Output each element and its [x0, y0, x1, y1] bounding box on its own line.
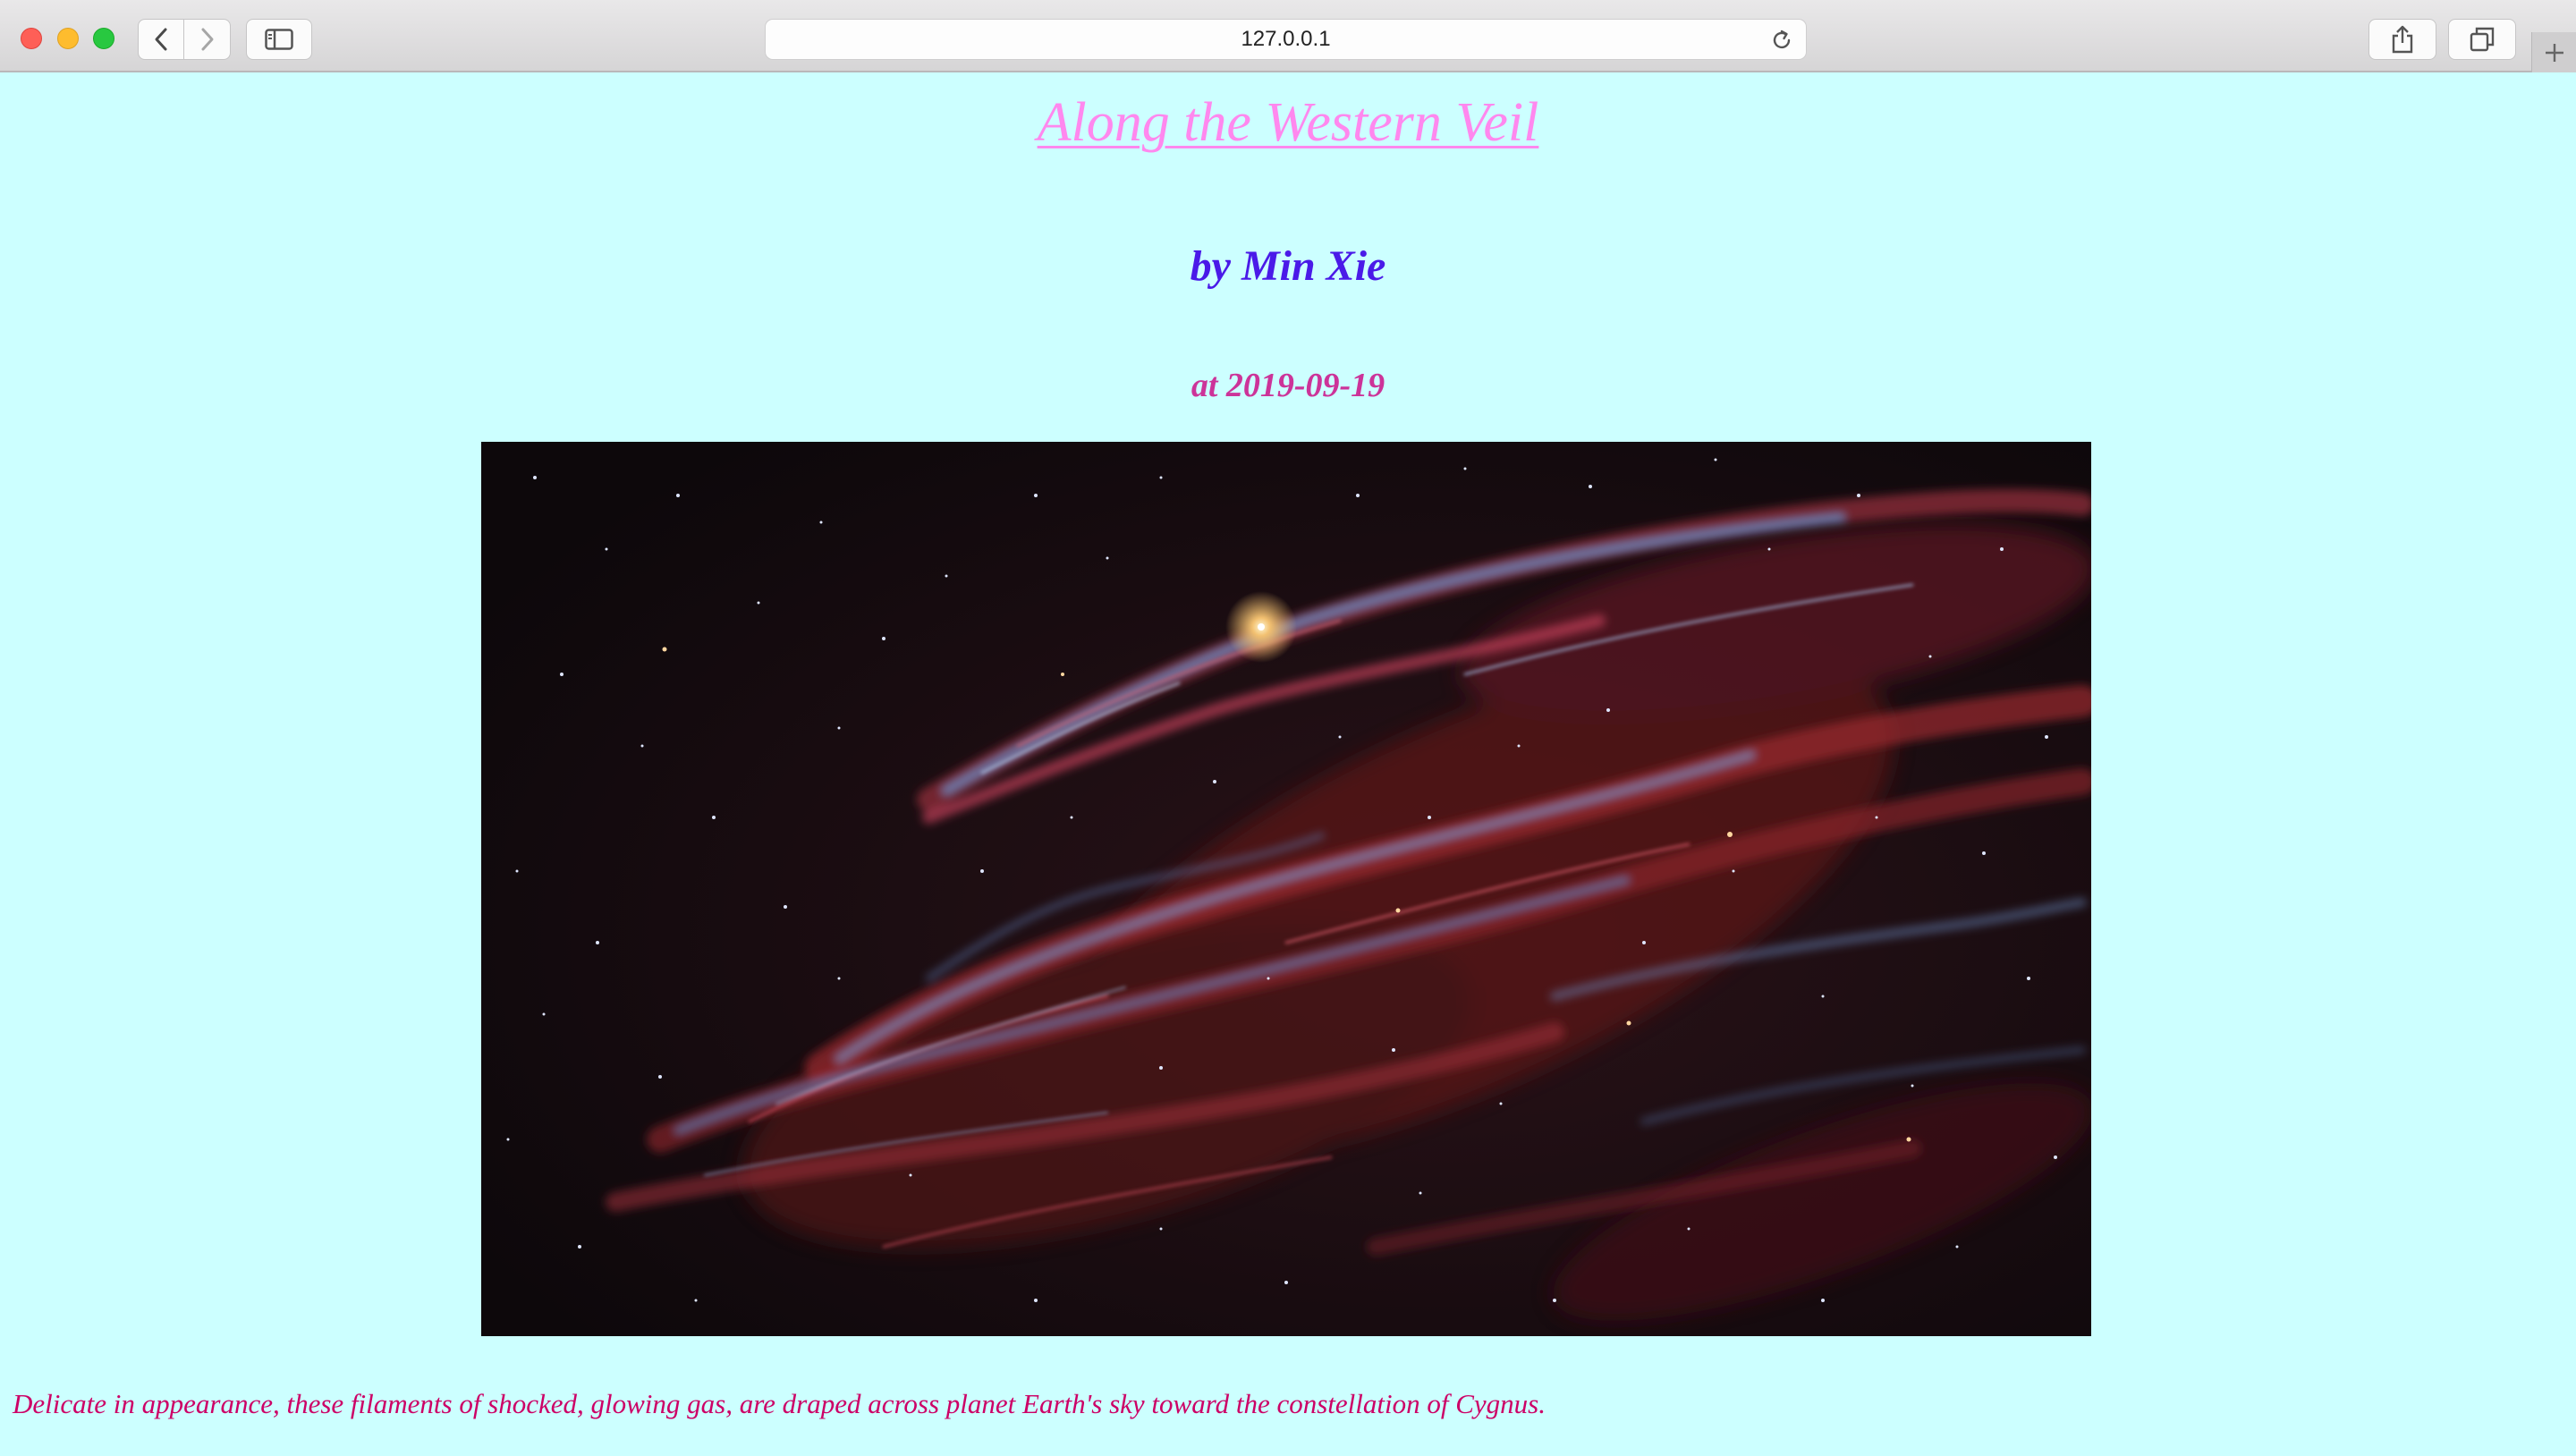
tabs-overview-button[interactable] — [2448, 19, 2516, 60]
post-title: Along the Western Veil — [0, 87, 2576, 158]
share-icon — [2392, 25, 2413, 54]
chevron-right-icon — [201, 28, 213, 51]
post-date: at 2019-09-19 — [1191, 367, 1385, 404]
address-bar[interactable]: 127.0.0.1 — [765, 19, 1807, 60]
plus-icon — [2545, 43, 2563, 62]
page-content: Along the Western Veil by Min Xie at 201… — [0, 72, 2576, 1456]
sidebar-toggle-button[interactable] — [246, 19, 312, 60]
tabs-overview-icon — [2470, 27, 2495, 52]
nebula-image — [481, 442, 2091, 1336]
window-minimize-button[interactable] — [57, 28, 79, 49]
post-author: by Min Xie — [1190, 242, 1386, 290]
chevron-left-icon — [155, 28, 167, 51]
reload-icon[interactable] — [1770, 29, 1793, 52]
navigation-buttons — [138, 19, 231, 60]
window-zoom-button[interactable] — [93, 28, 114, 49]
forward-button[interactable] — [184, 19, 231, 60]
sidebar-icon — [265, 29, 293, 50]
nebula-photo — [481, 442, 2091, 1336]
post-title-link[interactable]: Along the Western Veil — [1038, 92, 1539, 153]
browser-toolbar: 127.0.0.1 — [0, 0, 2576, 72]
new-tab-button[interactable] — [2531, 32, 2576, 72]
post-caption: Delicate in appearance, these filaments … — [13, 1388, 1546, 1419]
share-button[interactable] — [2368, 19, 2436, 60]
url-text: 127.0.0.1 — [1241, 27, 1331, 51]
window-close-button[interactable] — [21, 28, 42, 49]
back-button[interactable] — [138, 19, 184, 60]
